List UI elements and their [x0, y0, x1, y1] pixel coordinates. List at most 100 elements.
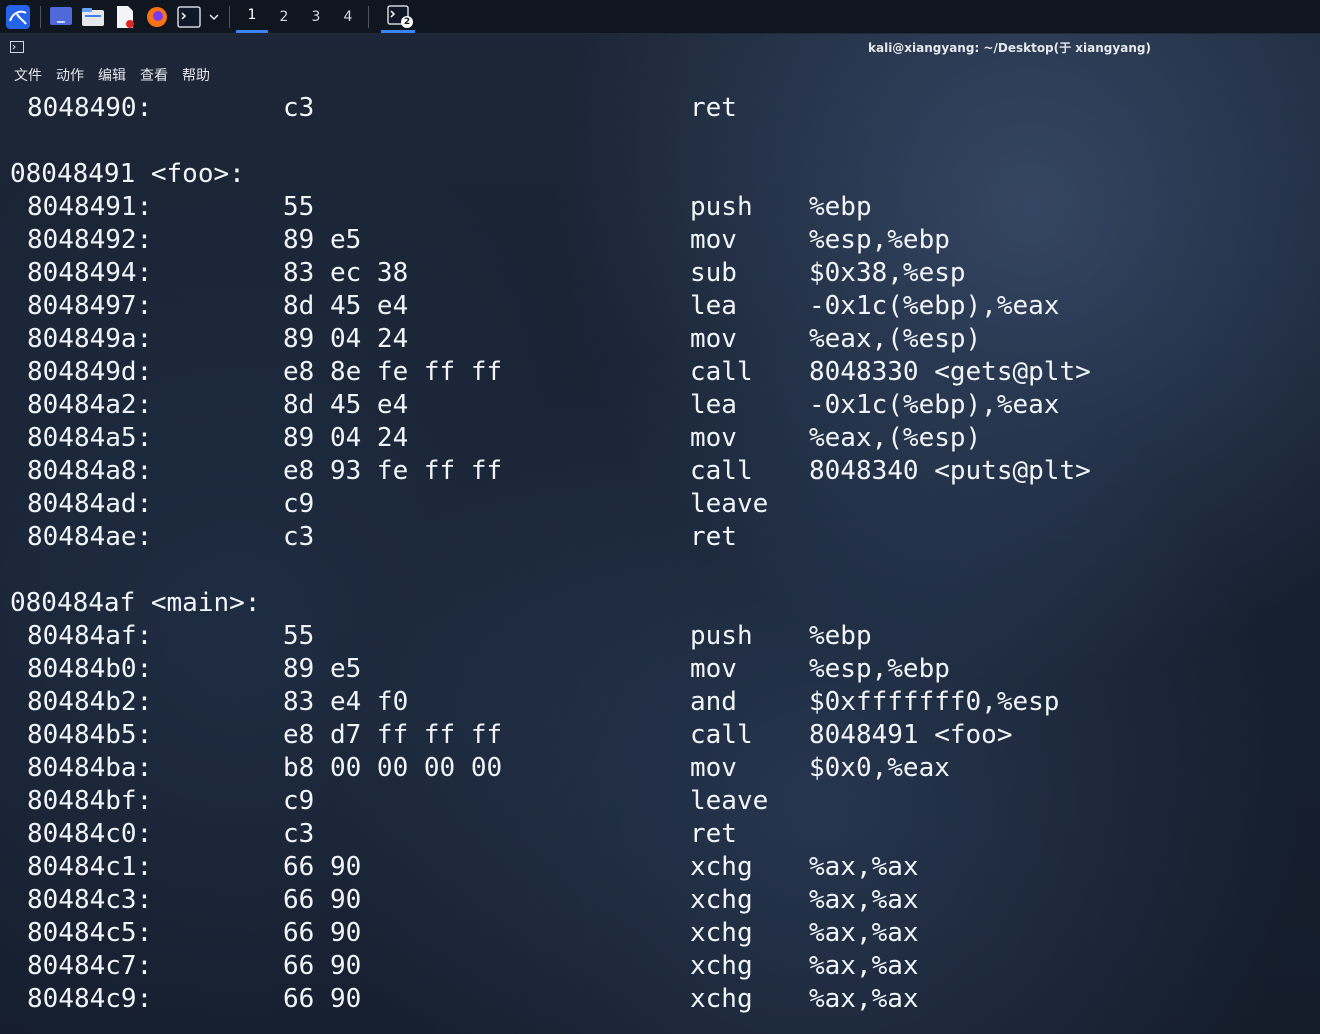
instruction-operands: %ebp [809, 621, 872, 651]
instruction-address: 80484c0: [27, 819, 153, 849]
window-titlebar[interactable]: kali@xiangyang: ~/Desktop(于 xiangyang) [0, 35, 1320, 59]
instruction-bytes: c9 [283, 489, 315, 519]
instruction-operands: -0x1c(%ebp),%eax [809, 390, 1060, 420]
window-count-badge: 2 [401, 15, 413, 28]
terminal-output[interactable]: 8048490: c3 ret 08048491 <foo>: 8048491: 55 pu… [0, 92, 1320, 1034]
instruction-mnemonic: lea [690, 390, 737, 420]
chevron-down-icon[interactable] [207, 3, 221, 31]
instruction-operands: %ax,%ax [809, 885, 919, 915]
instruction-mnemonic: ret [690, 522, 737, 552]
instruction-address: 8048490: [27, 93, 153, 123]
instruction-address: 8048494: [27, 258, 153, 288]
instruction-operands: %ax,%ax [809, 951, 919, 981]
instruction-address: 80484af: [27, 621, 153, 651]
disassembly-line: 80484c0: c3 ret [0, 818, 1320, 851]
instruction-mnemonic: mov [690, 324, 737, 354]
instruction-address: 80484c3: [27, 885, 153, 915]
instruction-mnemonic: leave [690, 489, 769, 519]
disassembly-line: 80484ba: b8 00 00 00 00 mov $0x0,%eax [0, 752, 1320, 785]
instruction-bytes: 55 [283, 621, 315, 651]
menu-help[interactable]: 帮助 [182, 65, 210, 85]
instruction-mnemonic: sub [690, 258, 737, 288]
disassembly-line: 80484bf: c9 leave [0, 785, 1320, 818]
instruction-address: 80484a2: [27, 390, 153, 420]
file-manager-icon[interactable] [79, 3, 107, 31]
instruction-operands: 8048330 <gets@plt> [809, 357, 1091, 387]
text-editor-icon[interactable] [111, 3, 139, 31]
disassembly-line: 80484af: 55 push %ebp [0, 620, 1320, 653]
disassembly-line: 80484a8: e8 93 fe ff ff call 8048340 <puts@… [0, 455, 1320, 488]
instruction-mnemonic: xchg [690, 852, 753, 882]
instruction-address: 80484ad: [27, 489, 153, 519]
workspace-2[interactable]: 2 [268, 1, 300, 33]
instruction-address: 8048491: [27, 192, 153, 222]
instruction-operands: 8048491 <foo> [809, 720, 1013, 750]
disassembly-line: 80484c5: 66 90 xchg %ax,%ax [0, 917, 1320, 950]
instruction-address: 80484ae: [27, 522, 153, 552]
workspace-3[interactable]: 3 [300, 1, 332, 33]
instruction-mnemonic: xchg [690, 951, 753, 981]
disassembly-line: 8048494: 83 ec 38 sub $0x38,%esp [0, 257, 1320, 290]
menu-file[interactable]: 文件 [14, 65, 42, 85]
instruction-operands: %esp,%ebp [809, 654, 950, 684]
disassembly-line: 80484a2: 8d 45 e4 lea -0x1c(%ebp),%eax [0, 389, 1320, 422]
disassembly-line: 8048492: 89 e5 mov %esp,%ebp [0, 224, 1320, 257]
instruction-operands: %eax,(%esp) [809, 324, 982, 354]
instruction-mnemonic: push [690, 621, 753, 651]
menu-edit[interactable]: 编辑 [98, 65, 126, 85]
instruction-mnemonic: push [690, 192, 753, 222]
kali-menu-icon[interactable] [4, 3, 32, 31]
show-desktop-icon[interactable] [47, 3, 75, 31]
menu-bar: 文件 动作 编辑 查看 帮助 [0, 64, 224, 86]
instruction-bytes: 89 04 24 [283, 324, 409, 354]
instruction-bytes: e8 93 fe ff ff [283, 456, 503, 486]
instruction-bytes: 83 ec 38 [283, 258, 409, 288]
instruction-bytes: 8d 45 e4 [283, 291, 409, 321]
instruction-address: 80484c1: [27, 852, 153, 882]
instruction-address: 804849d: [27, 357, 153, 387]
instruction-address: 80484c5: [27, 918, 153, 948]
instruction-operands: %esp,%ebp [809, 225, 950, 255]
instruction-mnemonic: call [690, 456, 753, 486]
disassembly-line: 80484b2: 83 e4 f0 and $0xfffffff0,%esp [0, 686, 1320, 719]
instruction-mnemonic: mov [690, 654, 737, 684]
menu-view[interactable]: 查看 [140, 65, 168, 85]
instruction-mnemonic: leave [690, 786, 769, 816]
instruction-operands: %ax,%ax [809, 918, 919, 948]
instruction-mnemonic: xchg [690, 984, 753, 1014]
instruction-mnemonic: mov [690, 423, 737, 453]
instruction-bytes: 89 e5 [283, 654, 362, 684]
instruction-address: 8048497: [27, 291, 153, 321]
window-terminal-icon [10, 41, 24, 53]
function-label: 080484af <main>: [10, 588, 261, 618]
menu-actions[interactable]: 动作 [56, 65, 84, 85]
instruction-operands: %ebp [809, 192, 872, 222]
workspace-4[interactable]: 4 [332, 1, 364, 33]
instruction-bytes: 8d 45 e4 [283, 390, 409, 420]
instruction-address: 804849a: [27, 324, 153, 354]
disassembly-line: 80484c7: 66 90 xchg %ax,%ax [0, 950, 1320, 983]
disassembly-line: 8048491: 55 push %ebp [0, 191, 1320, 224]
firefox-icon[interactable] [143, 3, 171, 31]
instruction-operands: $0x0,%eax [809, 753, 950, 783]
instruction-address: 80484a8: [27, 456, 153, 486]
taskbar-separator [229, 5, 230, 28]
instruction-bytes: 66 90 [283, 918, 362, 948]
terminal-task-button[interactable]: 2 [381, 1, 415, 33]
instruction-bytes: c3 [283, 819, 315, 849]
instruction-operands: %eax,(%esp) [809, 423, 982, 453]
instruction-address: 80484b0: [27, 654, 153, 684]
instruction-address: 80484b2: [27, 687, 153, 717]
workspace-1[interactable]: 1 [236, 1, 268, 33]
instruction-bytes: b8 00 00 00 00 [283, 753, 503, 783]
instruction-bytes: 66 90 [283, 951, 362, 981]
instruction-bytes: e8 8e fe ff ff [283, 357, 503, 387]
disassembly-line: 80484c9: 66 90 xchg %ax,%ax [0, 983, 1320, 1016]
terminal-launcher-icon[interactable] [175, 3, 203, 31]
disassembly-line: 80484ad: c9 leave [0, 488, 1320, 521]
function-label: 08048491 <foo>: [10, 159, 245, 189]
instruction-mnemonic: lea [690, 291, 737, 321]
instruction-mnemonic: call [690, 720, 753, 750]
instruction-address: 8048492: [27, 225, 153, 255]
instruction-bytes: 66 90 [283, 852, 362, 882]
